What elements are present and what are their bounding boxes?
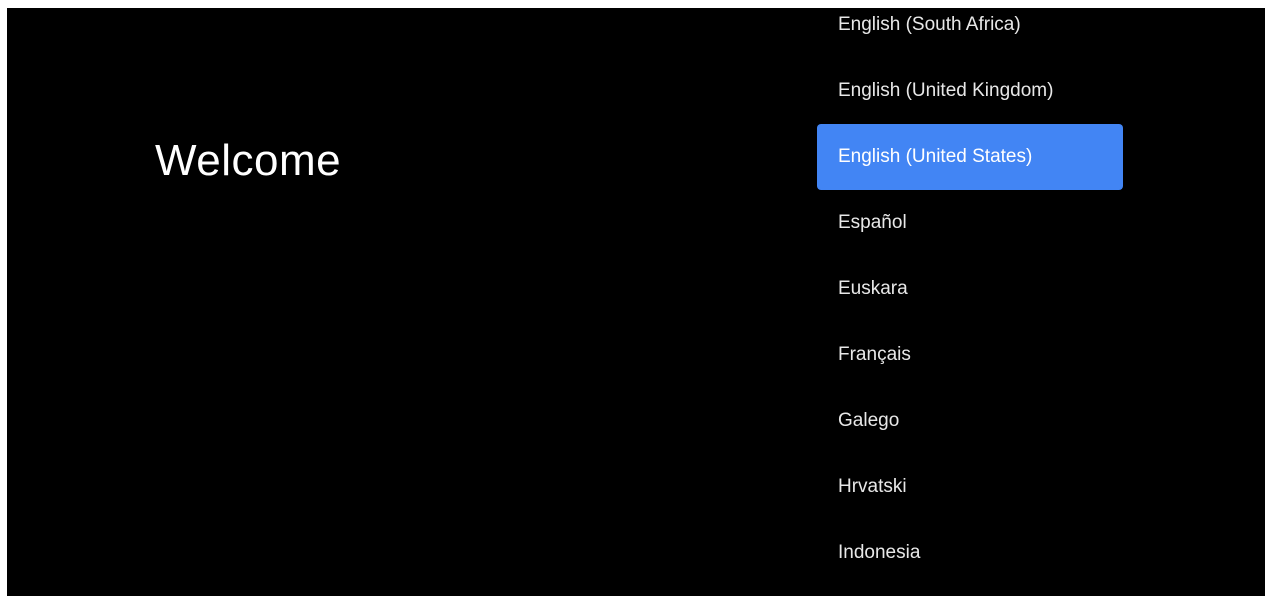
language-option-hrvatski[interactable]: Hrvatski: [817, 454, 1123, 520]
language-list[interactable]: English (South Africa) English (United K…: [817, 8, 1123, 596]
tv-screen: Welcome English (South Africa) English (…: [7, 8, 1265, 596]
language-option-euskara[interactable]: Euskara: [817, 256, 1123, 322]
language-option-indonesia[interactable]: Indonesia: [817, 520, 1123, 586]
language-option-label: English (United Kingdom): [838, 80, 1054, 101]
language-option-label: Euskara: [838, 278, 908, 299]
language-option-label: Indonesia: [838, 542, 921, 563]
welcome-title: Welcome: [155, 136, 342, 185]
language-option-english-united-states[interactable]: English (United States): [817, 124, 1123, 190]
language-option-english-south-africa[interactable]: English (South Africa): [817, 8, 1123, 58]
language-option-espanol[interactable]: Español: [817, 190, 1123, 256]
language-option-label: Français: [838, 344, 911, 365]
language-option-label: Español: [838, 212, 907, 233]
language-option-label: Hrvatski: [838, 476, 907, 497]
language-option-galego[interactable]: Galego: [817, 388, 1123, 454]
language-option-english-united-kingdom[interactable]: English (United Kingdom): [817, 58, 1123, 124]
language-option-label: English (United States): [838, 146, 1033, 167]
language-option-label: English (South Africa): [838, 14, 1021, 35]
language-option-label: Galego: [838, 410, 900, 431]
language-option-francais[interactable]: Français: [817, 322, 1123, 388]
